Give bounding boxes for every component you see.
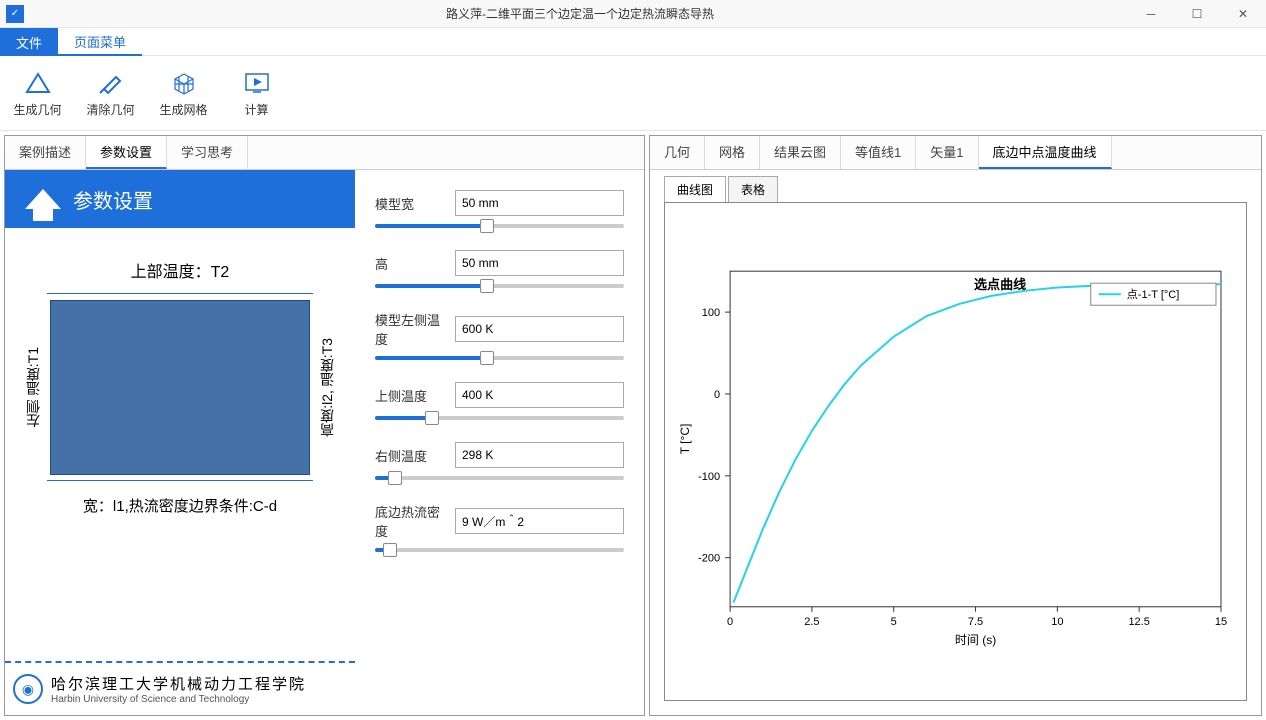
svg-text:-200: -200 — [698, 553, 720, 565]
menubar: 文件 页面菜单 — [0, 28, 1266, 56]
tab-bottom-curve[interactable]: 底边中点温度曲线 — [979, 136, 1112, 169]
svg-text:时间 (s): 时间 (s) — [955, 633, 996, 647]
titlebar: ✓ 路义萍-二维平面三个边定温一个边定热流瞬态导热 ─ ☐ ✕ — [0, 0, 1266, 28]
subtab-curve[interactable]: 曲线图 — [664, 176, 726, 202]
svg-text:100: 100 — [702, 307, 720, 319]
svg-text:2.5: 2.5 — [804, 616, 819, 628]
svg-text:7.5: 7.5 — [968, 616, 983, 628]
tab-geom[interactable]: 几何 — [650, 136, 705, 169]
svg-text:5: 5 — [891, 616, 897, 628]
line-chart: 0 2.5 5 7.5 10 12.5 15 -200 -100 0 100 时间 (s) T [°C]… — [675, 213, 1236, 690]
sub-tabs: 曲线图 表格 — [650, 170, 1261, 202]
svg-text:15: 15 — [1215, 616, 1227, 628]
diagram-left-label: 左侧 温度:T1 — [19, 347, 47, 427]
tab-contour1[interactable]: 等值线1 — [841, 136, 916, 169]
university-logo: ◉ 哈尔滨理工大学机械动力工程学院 Harbin University of S… — [5, 669, 355, 715]
param-t_left: 模型左侧温度 — [375, 310, 624, 360]
ribbon: 生成几何 清除几何 生成网格 计算 — [0, 56, 1266, 131]
svg-text:10: 10 — [1051, 616, 1063, 628]
tab-mesh[interactable]: 网格 — [705, 136, 760, 169]
ribbon-clear-geom[interactable]: 清除几何 — [83, 69, 138, 118]
tab-result-cloud[interactable]: 结果云图 — [760, 136, 841, 169]
cube-mesh-icon — [170, 69, 198, 97]
left-tabs: 案例描述 参数设置 学习思考 — [5, 136, 644, 170]
ribbon-compute[interactable]: 计算 — [229, 69, 284, 118]
param-input-width[interactable] — [455, 190, 624, 216]
param-slider-t_top[interactable] — [375, 416, 624, 420]
menu-page[interactable]: 页面菜单 — [58, 28, 142, 56]
close-button[interactable]: ✕ — [1220, 0, 1266, 28]
maximize-button[interactable]: ☐ — [1174, 0, 1220, 28]
ribbon-gen-mesh[interactable]: 生成网格 — [156, 69, 211, 118]
geometry-diagram: 上部温度：T2 左侧 温度:T1 高度:l2, 温度:T3 宽：l1,热流密度边… — [5, 228, 355, 641]
minimize-button[interactable]: ─ — [1128, 0, 1174, 28]
param-header: 参数设置 — [5, 170, 355, 228]
param-slider-width[interactable] — [375, 224, 624, 228]
right-tabs: 几何 网格 结果云图 等值线1 矢量1 底边中点温度曲线 — [650, 136, 1261, 170]
play-icon — [243, 69, 271, 97]
param-label-height: 高 — [375, 254, 449, 273]
param-input-q_bot[interactable] — [455, 508, 624, 534]
param-width: 模型宽 — [375, 190, 624, 228]
tab-param-set[interactable]: 参数设置 — [86, 136, 167, 169]
param-label-q_bot: 底边热流密度 — [375, 502, 449, 540]
param-slider-q_bot[interactable] — [375, 548, 624, 552]
home-icon — [25, 189, 61, 209]
param-input-t_top[interactable] — [455, 382, 624, 408]
param-slider-t_right[interactable] — [375, 476, 624, 480]
param-t_top: 上侧温度 — [375, 382, 624, 420]
param-t_right: 右侧温度 — [375, 442, 624, 480]
param-q_bot: 底边热流密度 — [375, 502, 624, 552]
param-slider-t_left[interactable] — [375, 356, 624, 360]
triangle-icon — [24, 69, 52, 97]
diagram-bottom-label: 宽：l1,热流密度边界条件:C-d — [83, 495, 277, 516]
svg-text:选点曲线: 选点曲线 — [974, 277, 1026, 292]
menu-file[interactable]: 文件 — [0, 28, 58, 56]
tab-study[interactable]: 学习思考 — [167, 136, 248, 169]
svg-text:-100: -100 — [698, 471, 720, 483]
logo-icon: ◉ — [13, 674, 43, 704]
app-icon: ✓ — [6, 5, 24, 23]
param-height: 高 — [375, 250, 624, 288]
param-label-t_left: 模型左侧温度 — [375, 310, 449, 348]
svg-text:12.5: 12.5 — [1128, 616, 1149, 628]
diagram-top-label: 上部温度：T2 — [131, 258, 230, 282]
svg-text:点-1-T [°C]: 点-1-T [°C] — [1127, 288, 1179, 301]
param-label-t_top: 上侧温度 — [375, 386, 449, 405]
param-input-t_right[interactable] — [455, 442, 624, 468]
subtab-table[interactable]: 表格 — [728, 176, 778, 202]
param-input-t_left[interactable] — [455, 316, 624, 342]
svg-text:0: 0 — [714, 389, 720, 401]
svg-text:0: 0 — [727, 616, 733, 628]
param-input-height[interactable] — [455, 250, 624, 276]
param-slider-height[interactable] — [375, 284, 624, 288]
param-label-width: 模型宽 — [375, 194, 449, 213]
window-title: 路义萍-二维平面三个边定温一个边定热流瞬态导热 — [32, 5, 1128, 22]
diagram-right-label: 高度:l2, 温度:T3 — [313, 338, 341, 437]
tab-vector1[interactable]: 矢量1 — [916, 136, 978, 169]
param-label-t_right: 右侧温度 — [375, 446, 449, 465]
chart-area: 0 2.5 5 7.5 10 12.5 15 -200 -100 0 100 时间 (s) T [°C]… — [664, 202, 1247, 701]
brush-icon — [97, 69, 125, 97]
svg-text:T [°C]: T [°C] — [678, 424, 692, 455]
ribbon-gen-geom[interactable]: 生成几何 — [10, 69, 65, 118]
tab-case-desc[interactable]: 案例描述 — [5, 136, 86, 169]
